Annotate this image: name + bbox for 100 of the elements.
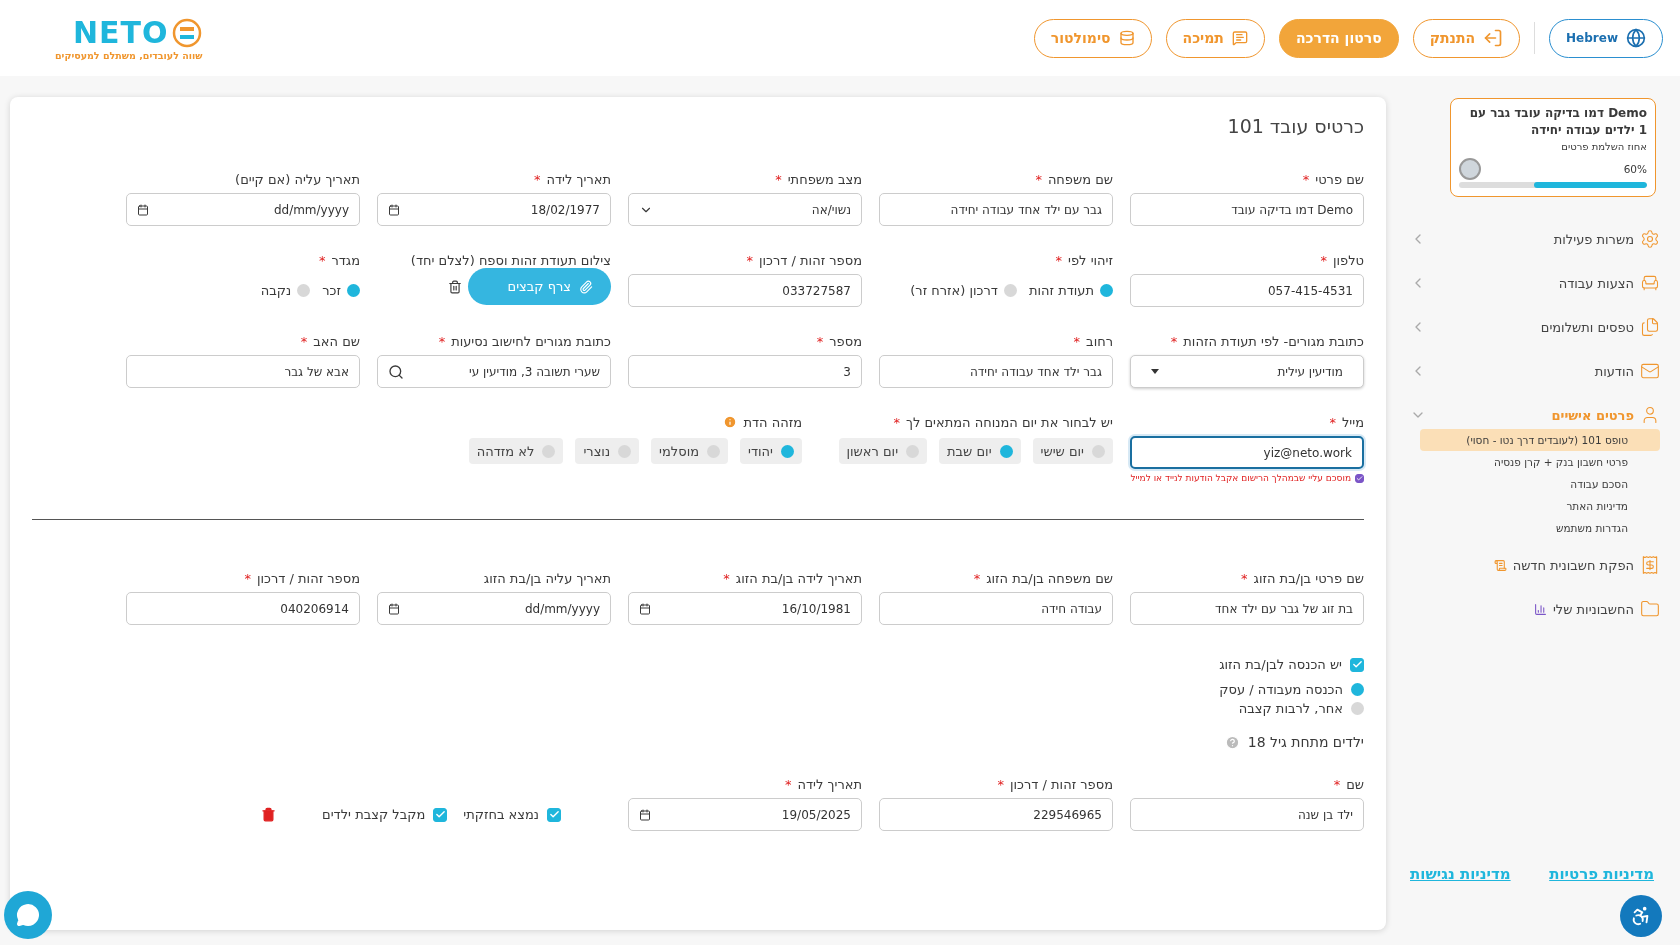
radio-label: נקבה <box>260 283 292 298</box>
field-label: צילום תעודת זהות וספח (לצלם יחד) <box>409 252 611 268</box>
form-title: כרטיס עובד 101 <box>1226 115 1364 137</box>
trash-icon[interactable] <box>261 807 277 822</box>
menu-item[interactable]: הודעות <box>1410 349 1660 393</box>
date-field[interactable]: 19/05/2025 <box>628 798 862 831</box>
input-field[interactable]: 3 <box>628 355 862 388</box>
radio-label: תעודת זהות <box>1028 283 1094 298</box>
menu-item[interactable]: משרות פעילות <box>1410 217 1660 261</box>
date-field[interactable]: 18/02/1977 <box>377 193 611 226</box>
chat-icon <box>1231 30 1248 46</box>
input-field[interactable]: גבר ילד אחד עבודה יחידה <box>879 355 1113 388</box>
field-label: שם משפחה * <box>1034 171 1113 187</box>
chat-icon <box>16 903 40 927</box>
date-field[interactable]: dd/mm/yyyy <box>377 592 611 625</box>
input-field[interactable]: 033727587 <box>628 274 862 307</box>
field-label: תאריך עליה (אם קיים) <box>234 171 360 187</box>
logo-text: NETO <box>72 15 169 50</box>
help-icon[interactable] <box>1224 734 1240 750</box>
option-chip[interactable]: יום שבת <box>939 438 1021 464</box>
menu-item[interactable]: טפסים ותשלומים <box>1410 305 1660 349</box>
select-field[interactable]: נשוי/אה <box>628 193 862 226</box>
input-field[interactable]: גבר עם ילד אחד עבודה יחידה <box>879 193 1113 226</box>
input-field[interactable]: Demo דמו בדיקה עובד <box>1130 193 1364 226</box>
trash-icon[interactable] <box>447 279 462 294</box>
logout-icon <box>1483 28 1504 48</box>
menu-item[interactable]: החשבוניות שלי <box>1410 587 1660 631</box>
calendar-icon <box>388 602 400 615</box>
consent-text: מוסכם עליי שבמהלך הרישום אקבל הודעות לנייד או למייל <box>1130 473 1351 483</box>
field-label: מספר * <box>815 333 862 349</box>
option-chip[interactable]: נוצרי <box>575 438 640 464</box>
option-chip[interactable]: יהודי <box>740 438 802 464</box>
input-field[interactable]: 057-415-4531 <box>1130 274 1364 307</box>
calendar-icon <box>137 203 149 216</box>
menu-item[interactable]: הצעות עבודה <box>1410 261 1660 305</box>
accessibility-button[interactable] <box>1620 895 1662 937</box>
input-field[interactable]: אבא של גבר <box>126 355 360 388</box>
radio-button[interactable] <box>1100 284 1113 297</box>
field-label: מספר זהות / דרכון * <box>745 252 862 268</box>
field-label: תאריך לידה בן/בת הזוג * <box>722 570 862 586</box>
avatar <box>1459 158 1481 180</box>
radio-button[interactable] <box>347 284 360 297</box>
input-field[interactable]: 040206914 <box>126 592 360 625</box>
submenu-item[interactable]: פרטי חשבון בנק + קרן פנסיה <box>1420 451 1660 473</box>
field-label: תאריך לידה * <box>784 776 862 792</box>
radio-button[interactable] <box>1351 702 1364 715</box>
submenu-item[interactable]: מדיניות האתר <box>1420 495 1660 517</box>
field-label: תאריך עליה בן/בת הזוג <box>482 570 611 586</box>
field-label: כתובת מגורים לחישוב נסיעות * <box>437 333 611 349</box>
field-label: רחוב * <box>1072 333 1113 349</box>
input-field[interactable]: ילד בן שנה <box>1130 798 1364 831</box>
input-field[interactable]: yiz@neto.work <box>1130 436 1364 469</box>
option-chip[interactable]: יום ראשון <box>838 438 928 464</box>
field-label: מצב משפחתי * <box>774 171 862 187</box>
radio-button[interactable] <box>1003 284 1017 297</box>
progress-label: אחוז השלמת פרטים <box>1560 141 1647 152</box>
field-label: יש לבחור את יום המנוחה המתאים לך * <box>892 414 1113 430</box>
checkbox-label: מקבל קצבת ילדים <box>322 807 426 822</box>
field-label: זיהוי לפי * <box>1054 252 1113 268</box>
field-label: תאריך לידה * <box>533 171 611 187</box>
caret-icon <box>1151 369 1159 374</box>
checkbox-label: יש הכנסה לבן/בת הזוג <box>1219 657 1342 672</box>
field-label: מספר זהות / דרכון * <box>243 570 360 586</box>
checkbox-label: נמצא בחזקתי <box>463 807 539 822</box>
invoice-icon <box>1640 555 1660 575</box>
field-label: מספר זהות / דרכון * <box>996 776 1113 792</box>
checkbox[interactable] <box>1350 657 1364 672</box>
option-chip[interactable]: יום שישי <box>1032 438 1113 464</box>
menu-item[interactable]: הפקת חשבונית חדשה <box>1410 543 1660 587</box>
date-field[interactable]: dd/mm/yyyy <box>126 193 360 226</box>
submenu-item[interactable]: טופס 101 (לעובדים דרך נטו - חסוי) <box>1420 429 1660 451</box>
submenu-item[interactable]: הגדרות משתמש <box>1420 517 1660 539</box>
globe-icon <box>1626 28 1646 48</box>
select-field[interactable]: מודיעין עילית <box>1130 355 1364 388</box>
date-field[interactable]: 16/10/1981 <box>628 592 862 625</box>
folder-icon <box>1640 599 1660 619</box>
radio-label: זכר <box>322 283 341 298</box>
logo-icon <box>172 17 203 48</box>
submenu-item[interactable]: הסכם עבודה <box>1420 473 1660 495</box>
input-field[interactable]: 229546965 <box>879 798 1113 831</box>
option-chip[interactable]: מוסלמי <box>651 438 729 464</box>
calendar-icon <box>639 808 651 821</box>
input-field[interactable]: עבודה חידה <box>879 592 1113 625</box>
field-label: מזהה הדת <box>126 414 802 430</box>
chat-button[interactable] <box>4 891 52 939</box>
checkbox[interactable] <box>1355 473 1364 483</box>
field-label: מייל * <box>1328 414 1364 430</box>
radio-label: הכנסה מעבודה / עסק <box>1219 682 1343 697</box>
search-field[interactable]: שערי תשובה 3, מודיעין עי <box>377 355 611 388</box>
calendar-icon <box>639 602 651 615</box>
checkbox[interactable] <box>433 807 448 822</box>
checkbox[interactable] <box>547 807 561 822</box>
section-title: ילדים מתחת גיל 18 <box>1247 734 1364 750</box>
language-button[interactable]: Hebrew <box>1549 18 1663 58</box>
option-chip[interactable]: לא מזדהה <box>468 438 564 464</box>
field-label: שם האב * <box>299 333 360 349</box>
radio-button[interactable] <box>297 284 311 297</box>
input-field[interactable]: בת זוג של גבר עם ילד אחד <box>1130 592 1364 625</box>
radio-button[interactable] <box>1351 683 1364 696</box>
paperclip-icon <box>579 279 593 294</box>
